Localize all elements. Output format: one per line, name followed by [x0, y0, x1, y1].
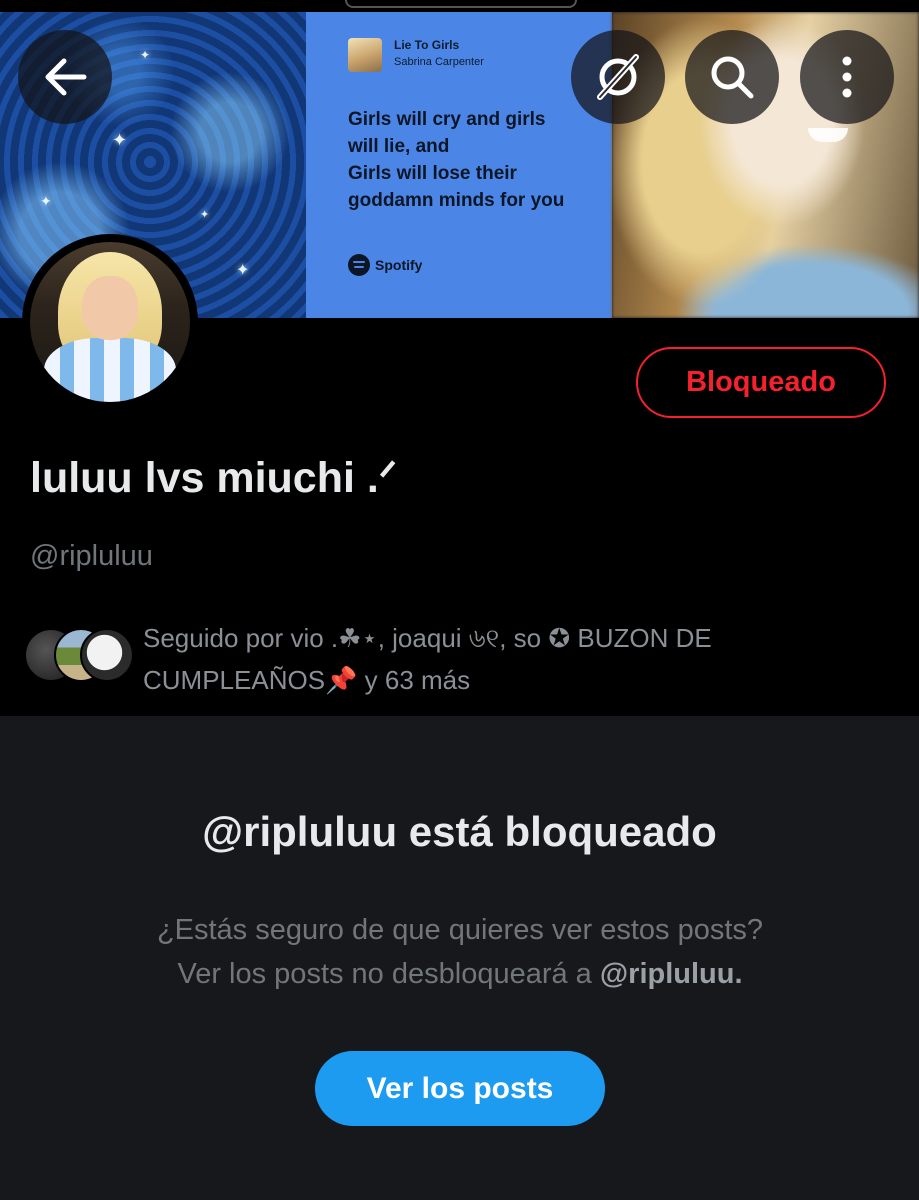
song-lyrics: Girls will cry and girls will lie, and G…	[348, 109, 565, 211]
followed-by-avatars[interactable]	[24, 628, 134, 684]
spotify-icon	[348, 254, 370, 276]
search-icon	[711, 56, 754, 99]
arrow-left-icon	[45, 58, 87, 96]
blocked-message-prefix: Ver los posts no desbloqueará a	[177, 958, 600, 990]
sparkle-icon: ✦	[140, 48, 151, 62]
grok-icon	[597, 54, 639, 100]
song-cover-thumbnail	[348, 38, 382, 72]
sparkle-icon: ✦	[40, 194, 52, 210]
song-title: Lie To Girls	[394, 38, 460, 52]
top-pill	[345, 0, 577, 8]
back-button[interactable]	[18, 30, 112, 124]
avatar-photo	[30, 242, 190, 402]
follower-avatar	[80, 628, 134, 682]
sparkle-icon: ✦	[200, 208, 210, 221]
avatar-shirt	[44, 338, 176, 402]
blocked-title: @ripluluu está bloqueado	[202, 808, 717, 855]
sparkle-icon: ✦	[112, 130, 128, 151]
spotify-brand: Spotify	[348, 254, 422, 276]
more-vertical-icon	[842, 56, 852, 98]
search-button[interactable]	[685, 30, 779, 124]
display-name: luluu lvs miuchi .ᐟ	[30, 454, 398, 502]
avatar[interactable]	[22, 234, 198, 410]
profile-handle: @ripluluu	[30, 540, 153, 572]
sparkle-icon: ✦	[236, 260, 250, 279]
song-artist: Sabrina Carpenter	[394, 56, 484, 68]
status-strip	[0, 0, 919, 12]
blocked-message-line1: ¿Estás seguro de que quieres ver estos p…	[156, 914, 764, 946]
followed-by-text[interactable]: Seguido por vio .☘︎⋆, joaqui ৬୧, so ✪ BU…	[143, 617, 843, 701]
blocked-message-line2: Ver los posts no desbloqueará a @riplulu…	[60, 952, 860, 996]
more-options-button[interactable]	[800, 30, 894, 124]
view-posts-button[interactable]: Ver los posts	[315, 1051, 605, 1126]
blocked-button[interactable]: Bloqueado	[636, 347, 886, 418]
blocked-message-handle: @ripluluu.	[599, 958, 743, 990]
spotify-label: Spotify	[375, 257, 423, 273]
blocked-message: ¿Estás seguro de que quieres ver estos p…	[60, 908, 860, 996]
grok-button[interactable]	[571, 30, 665, 124]
avatar-face	[82, 276, 138, 340]
